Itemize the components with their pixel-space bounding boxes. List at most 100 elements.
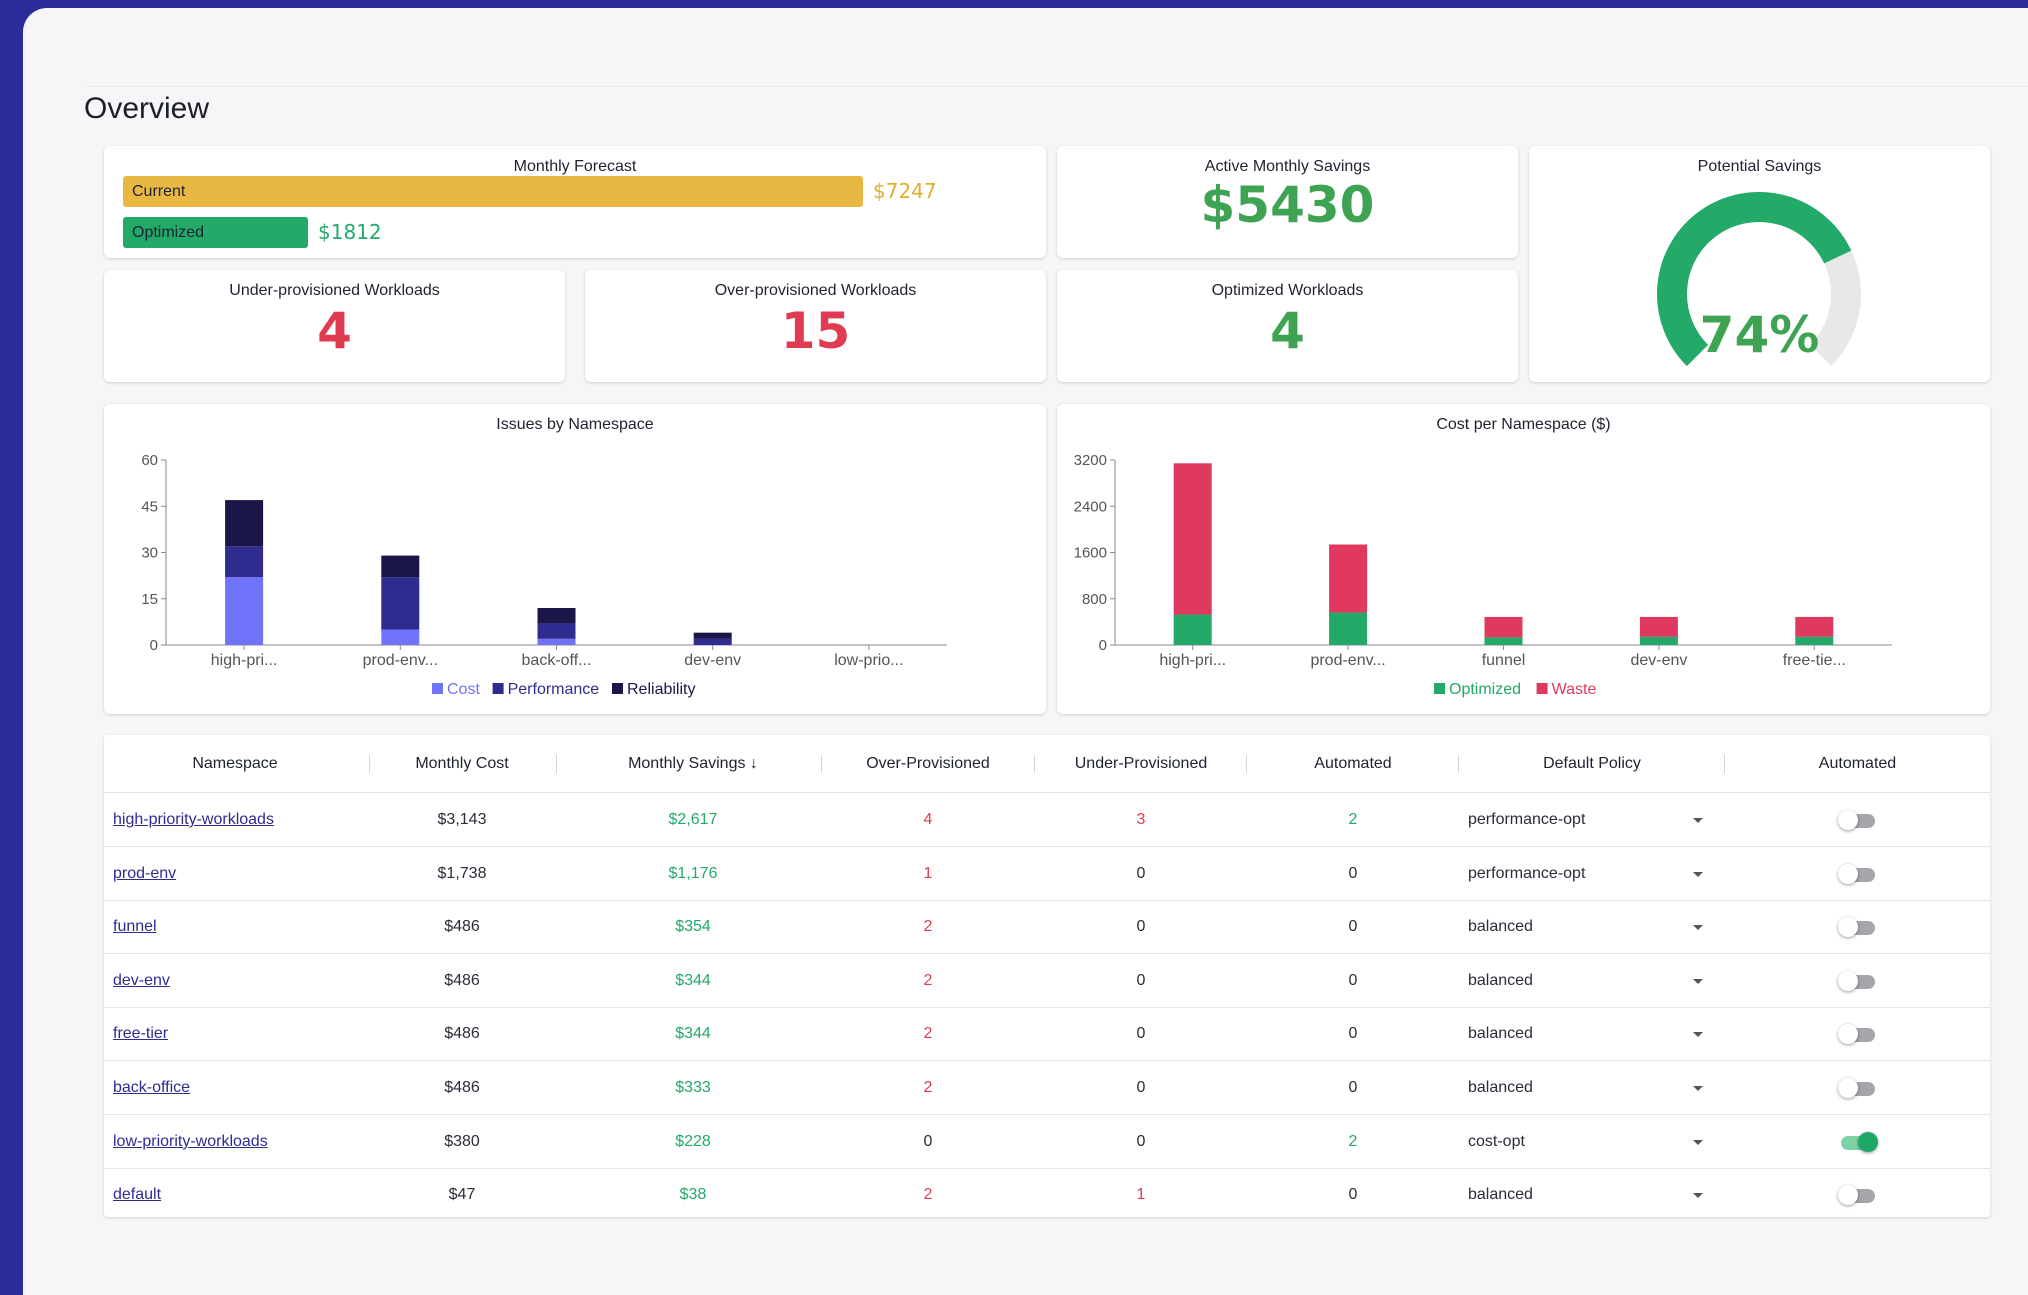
automated-count-cell: 2 [1348,1132,1358,1150]
toggle-knob [1838,1024,1858,1045]
default-policy-select[interactable]: cost-opt [1468,1115,1688,1169]
monthly-cost-cell: $47 [448,1186,476,1204]
legend-label: Cost [447,681,480,698]
chevron-down-icon[interactable] [1693,1032,1703,1038]
chevron-down-icon[interactable] [1693,818,1703,823]
namespace-link[interactable]: default [113,1168,363,1217]
under-provisioned-cell: 0 [1136,1079,1146,1096]
col-automated[interactable]: Automated [1247,735,1459,793]
namespace-link[interactable]: high-priority-workloads [113,793,363,847]
over-provisioned-cell: 0 [923,1132,933,1150]
toggle-knob [1838,1078,1858,1098]
col-under-provisioned[interactable]: Under-Provisioned [1035,735,1247,793]
active-savings-title: Active Monthly Savings [1204,158,1371,175]
monthly-savings-cell: $2,617 [668,811,718,828]
bar-cost [225,577,264,645]
legend-label: Waste [1552,681,1597,698]
col-namespace[interactable]: Namespace [104,735,366,793]
automation-toggle[interactable] [1838,1024,1875,1045]
namespace-link[interactable]: funnel [113,900,363,954]
chevron-down-icon[interactable] [1693,1086,1703,1091]
y-tick-label: 1600 [1074,545,1107,562]
bar-reliability [381,555,420,578]
chevron-down-icon[interactable] [1693,1193,1703,1199]
automation-toggle[interactable] [1838,1185,1875,1206]
automation-toggle[interactable] [1838,863,1875,884]
bar-waste [1795,616,1834,637]
bar-optimized [1329,612,1368,645]
col-default-policy[interactable]: Default Policy [1459,735,1725,793]
namespace-link[interactable]: low-priority-workloads [113,1115,363,1169]
y-tick-label: 800 [1082,591,1107,608]
over-provisioned-cell: 2 [923,1186,933,1204]
bar-performance [225,546,264,578]
table-row: free-tier $486 $344 2 0 0 balanced [104,1007,1990,1062]
page-title: Overview [84,92,210,125]
automation-toggle[interactable] [1838,970,1875,991]
default-policy-select[interactable]: performance-opt [1468,847,1688,901]
bar-waste [1484,616,1523,638]
monthly-savings-cell: $38 [679,1186,707,1204]
y-tick-label: 0 [1099,637,1107,654]
bar-performance [537,623,576,639]
monthly-cost-cell: $3,143 [437,811,487,828]
potential-savings-value: 74% [1699,306,1820,364]
automation-toggle[interactable] [1841,1131,1878,1152]
over-provisioned-card: Over-provisioned Workloads 15 [585,270,1046,382]
col-monthly-cost[interactable]: Monthly Cost [370,735,554,793]
under-provisioned-value: 4 [317,302,352,360]
namespace-link[interactable]: prod-env [113,847,363,901]
under-provisioned-cell: 0 [1136,1132,1146,1150]
toggle-knob [1838,863,1858,884]
over-provisioned-cell: 1 [923,864,933,882]
active-savings-card: Active Monthly Savings $5430 [1057,146,1518,258]
bar-reliability [693,632,732,639]
default-policy-select[interactable]: balanced [1468,954,1688,1008]
bar-optimized [1484,637,1523,645]
toggle-knob [1838,970,1858,991]
chevron-down-icon[interactable] [1693,978,1703,984]
monthly-savings-cell: $354 [675,918,711,936]
namespace-link[interactable]: free-tier [113,1007,363,1061]
namespace-link[interactable]: dev-env [113,954,363,1008]
cost-per-namespace-card: Cost per Namespace ($) 0 800 1600 2400 3200 h… [1057,404,1990,714]
over-provisioned-title: Over-provisioned Workloads [714,282,917,299]
chevron-down-icon[interactable] [1693,925,1703,931]
over-provisioned-cell: 2 [923,1079,933,1096]
monthly-cost-cell: $486 [444,1025,480,1043]
legend-label: Reliability [627,681,695,698]
over-provisioned-cell: 2 [923,971,933,989]
automated-count-cell: 0 [1348,1025,1358,1043]
under-provisioned-cell: 1 [1136,1186,1146,1204]
automation-toggle[interactable] [1838,1078,1875,1098]
y-tick-label: 2400 [1074,498,1107,515]
monthly-cost-cell: $380 [444,1132,480,1150]
col-monthly-savings[interactable]: Monthly Savings ↓ [558,735,828,793]
automated-count-cell: 0 [1348,1079,1358,1096]
chevron-down-icon[interactable] [1693,871,1703,877]
automation-toggle[interactable] [1838,917,1875,938]
under-provisioned-card: Under-provisioned Workloads 4 [104,270,565,382]
automation-toggle[interactable] [1838,810,1875,830]
col-over-provisioned[interactable]: Over-Provisioned [822,735,1034,793]
automated-count-cell: 2 [1348,811,1358,828]
monthly-savings-cell: $1,176 [668,864,718,882]
default-policy-select[interactable]: balanced [1468,1168,1688,1217]
current-forecast-bar: Current [123,176,863,207]
monthly-cost-cell: $486 [444,1079,480,1096]
bar-reliability [537,608,576,624]
monthly-cost-cell: $486 [444,918,480,936]
default-policy-select[interactable]: performance-opt [1468,793,1688,847]
namespace-link[interactable]: back-office [113,1061,363,1115]
default-policy-select[interactable]: balanced [1468,1007,1688,1061]
col-automated-toggle[interactable]: Automated [1725,735,1990,793]
bar-cost [381,629,420,645]
default-policy-select[interactable]: balanced [1468,900,1688,954]
x-tick-label: free-tie... [1783,652,1846,669]
default-policy-select[interactable]: balanced [1468,1061,1688,1115]
chevron-down-icon[interactable] [1693,1139,1703,1145]
namespace-table: Namespace Monthly Cost Monthly Savings ↓… [104,735,1990,1217]
bar-waste [1329,544,1368,613]
y-tick-label: 15 [141,591,158,608]
x-tick-label: high-pri... [211,652,278,669]
